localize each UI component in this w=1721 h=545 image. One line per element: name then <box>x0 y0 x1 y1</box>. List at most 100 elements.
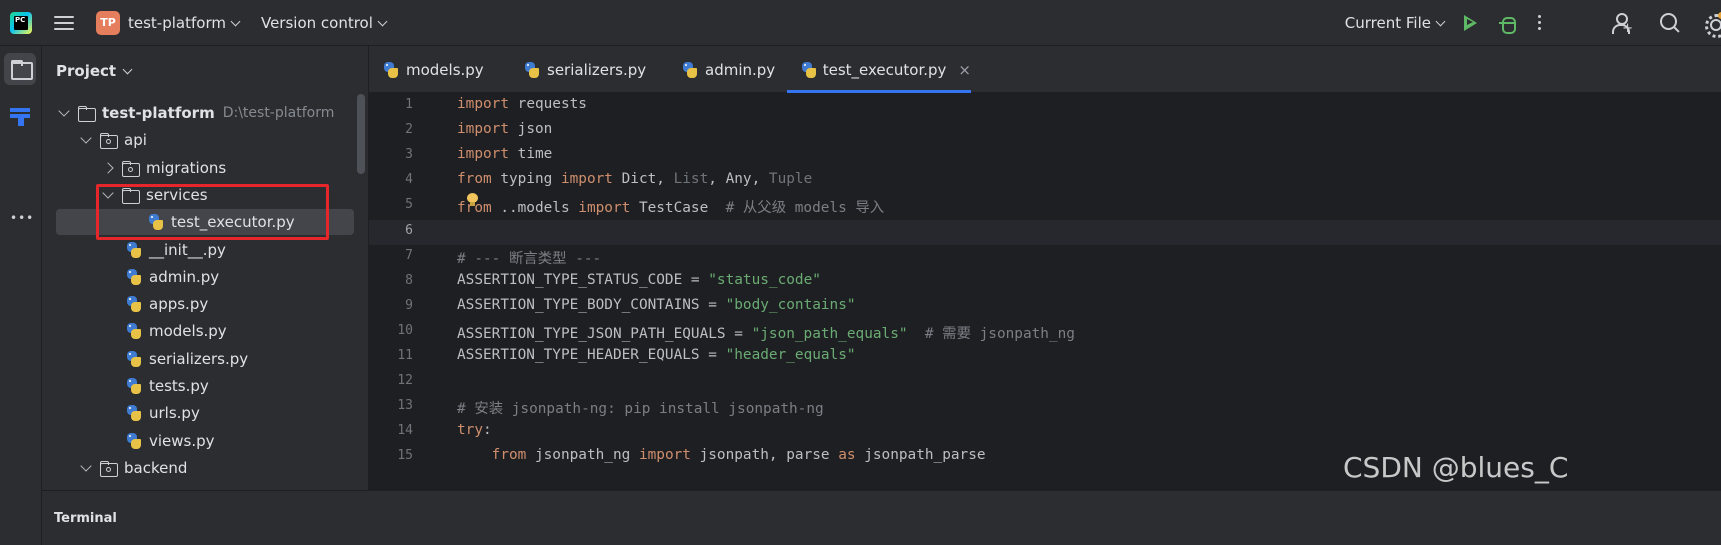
chevron-down-icon <box>122 64 133 75</box>
tree-folder-item[interactable]: test-platform D:\test-platform <box>42 100 355 126</box>
editor-tab-label: admin.py <box>705 60 776 79</box>
chevron-down-icon[interactable] <box>80 132 92 144</box>
line-number: 8 <box>405 272 413 288</box>
chevron-down-icon[interactable] <box>58 105 70 117</box>
more-tools-icon[interactable] <box>4 206 36 238</box>
tree-file-item[interactable]: serializers.py <box>42 346 355 372</box>
python-file-icon <box>524 61 540 78</box>
tree-file-item[interactable]: test_executor.py <box>56 209 354 236</box>
tree-folder-item[interactable]: services <box>42 182 355 208</box>
line-number: 13 <box>397 398 413 414</box>
run-icon[interactable] <box>1462 14 1478 32</box>
python-file-icon <box>383 61 399 78</box>
package-folder-icon <box>100 133 118 150</box>
project-tree-scrollbar[interactable] <box>357 94 365 174</box>
folder-icon <box>122 187 140 204</box>
python-file-icon <box>682 61 698 78</box>
code-line[interactable]: 2 import json <box>369 119 1721 144</box>
settings-gear-icon[interactable] <box>1703 11 1721 38</box>
code-line[interactable]: 12 <box>369 370 1721 395</box>
tree-item-label: migrations <box>146 158 227 177</box>
code-line[interactable]: 9 ASSERTION_TYPE_BODY_CONTAINS = "body_co… <box>369 295 1721 320</box>
project-switcher[interactable]: test-platform <box>128 14 241 32</box>
debug-icon[interactable] <box>1498 14 1516 34</box>
code-line[interactable]: 6 <box>369 219 1721 245</box>
line-number: 7 <box>405 247 413 263</box>
code-line[interactable]: 4 from typing import Dict, List, Any, Tup… <box>369 169 1721 194</box>
tree-file-item[interactable]: tests.py <box>42 373 355 399</box>
python-file-icon <box>126 323 142 340</box>
structure-icon[interactable] <box>4 159 36 191</box>
line-number: 11 <box>397 348 413 363</box>
tree-item-label: backend <box>124 458 188 477</box>
tree-folder-item[interactable]: migrations <box>42 155 355 181</box>
chevron-right-icon[interactable] <box>102 161 114 174</box>
tree-item-label: serializers.py <box>149 349 249 368</box>
commit-icon[interactable] <box>4 99 36 131</box>
editor-tab[interactable]: admin.py <box>682 46 775 93</box>
chevron-down-icon[interactable] <box>102 187 114 199</box>
editor-tab[interactable]: models.py <box>383 46 484 93</box>
tree-item-label: test_executor.py <box>171 213 295 232</box>
folder-icon <box>78 106 96 122</box>
package-folder-icon <box>122 160 140 177</box>
chevron-down-icon <box>377 16 388 26</box>
editor-tab[interactable]: serializers.py <box>524 46 646 93</box>
add-user-icon[interactable]: + <box>1611 12 1633 35</box>
close-tab-icon[interactable]: × <box>958 61 971 79</box>
python-file-icon <box>126 241 142 258</box>
code-line[interactable]: 10 ASSERTION_TYPE_JSON_PATH_EQUALS = "jso… <box>369 320 1721 345</box>
tree-file-item[interactable]: apps.py <box>42 291 355 317</box>
tree-file-item[interactable]: __init__.py <box>42 237 355 263</box>
chevron-down-icon[interactable] <box>80 460 92 472</box>
code-line[interactable]: 13 # 安装 jsonpath-ng: pip install jsonpath… <box>369 395 1721 420</box>
code-text: ASSERTION_TYPE_BODY_CONTAINS = "body_con… <box>457 296 856 313</box>
editor-tab-label: test_executor.py <box>822 60 947 79</box>
version-control-menu[interactable]: Version control <box>261 14 388 32</box>
package-folder-icon <box>100 460 118 477</box>
project-badge[interactable]: TP <box>96 10 120 35</box>
line-number: 10 <box>397 322 413 338</box>
code-line[interactable]: 14 try: <box>369 420 1721 445</box>
code-editor[interactable]: 1 import requests 2 import json 3 import time… <box>369 93 1721 490</box>
line-number: 14 <box>397 423 413 439</box>
chevron-down-icon <box>1435 16 1446 26</box>
code-text: from jsonpath_ng import jsonpath, parse … <box>491 447 986 464</box>
code-line[interactable]: 3 import time <box>369 144 1721 169</box>
code-line[interactable]: 1 import requests <box>369 94 1721 119</box>
main-menu-icon[interactable] <box>54 15 74 30</box>
tree-item-label: test-platform <box>102 104 215 122</box>
line-number: 4 <box>405 172 413 188</box>
line-number: 9 <box>405 297 413 313</box>
tree-folder-item[interactable]: backend <box>42 455 355 481</box>
project-panel-title[interactable]: Project <box>56 62 133 80</box>
project-folder-icon[interactable] <box>4 53 36 85</box>
terminal-tab[interactable]: Terminal <box>54 511 117 526</box>
run-configuration-selector[interactable]: Current File <box>1345 14 1446 32</box>
code-line[interactable]: 8 ASSERTION_TYPE_STATUS_CODE = "status_co… <box>369 270 1721 295</box>
pycharm-logo-icon[interactable]: PC <box>10 11 32 34</box>
tree-file-item[interactable]: admin.py <box>42 264 355 290</box>
tree-file-item[interactable]: models.py <box>42 318 355 344</box>
intention-bulb-icon[interactable] <box>467 193 478 206</box>
tree-file-item[interactable]: urls.py <box>42 400 355 426</box>
tree-file-item[interactable]: views.py <box>42 428 355 454</box>
editor-tab-label: serializers.py <box>547 60 647 79</box>
project-panel: Project test-platform D:\test-platform api… <box>42 46 369 545</box>
editor-tab[interactable]: test_executor.py × <box>787 46 971 93</box>
code-line[interactable]: 5 from ..models import TestCase # 从父级 mod… <box>369 194 1721 219</box>
tree-folder-item[interactable]: api <box>42 127 355 153</box>
code-text: import requests <box>457 96 587 112</box>
more-actions-icon[interactable] <box>1538 15 1541 30</box>
code-text: ASSERTION_TYPE_JSON_PATH_EQUALS = "json_… <box>457 325 1075 342</box>
code-line[interactable]: 11 ASSERTION_TYPE_HEADER_EQUALS = "header… <box>369 345 1721 370</box>
tree-item-label: tests.py <box>149 377 209 395</box>
code-line[interactable]: 7 # --- 断言类型 --- <box>369 245 1721 270</box>
python-file-icon <box>148 214 164 231</box>
line-number: 1 <box>405 97 413 112</box>
python-file-icon <box>126 405 142 422</box>
project-path-hint: D:\test-platform <box>222 105 335 121</box>
tree-item-label: apps.py <box>149 295 209 314</box>
search-icon[interactable] <box>1659 12 1681 34</box>
python-file-icon <box>801 61 816 78</box>
